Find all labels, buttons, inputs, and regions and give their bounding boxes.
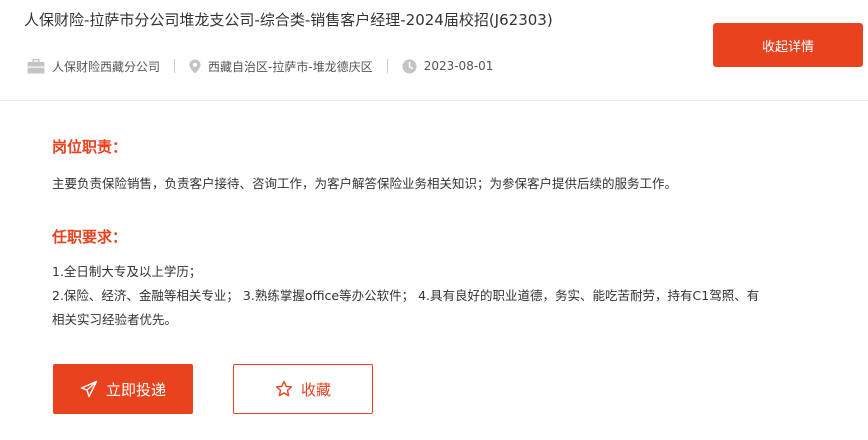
duties-text: 主要负责保险销售，负责客户接待、咨询工作，为客户解答保险业务相关知识；为参保客户…	[52, 176, 678, 191]
requirement-line: 1.全日制大专及以上学历；	[52, 264, 202, 279]
star-icon	[275, 380, 293, 398]
company-name: 人保财险西藏分公司	[52, 59, 161, 74]
requirement-line: 相关实习经验者优先。	[52, 312, 178, 327]
post-date: 2023-08-01	[423, 59, 494, 73]
collapse-details-button[interactable]: 收起详情	[713, 23, 863, 67]
requirement-line: 2.保险、经济、金融等相关专业； 3.熟练掌握office等办公软件； 4.具有…	[52, 288, 760, 303]
company-meta: 人保财险西藏分公司	[27, 58, 160, 75]
date-meta: 2023-08-01	[402, 59, 494, 74]
requirements-text: 1.全日制大专及以上学历； 2.保险、经济、金融等相关专业； 3.熟练掌握off…	[52, 260, 842, 332]
job-meta-row: 人保财险西藏分公司 西藏自治区-拉萨市-堆龙德庆区 2023-08-01	[27, 57, 493, 75]
favorite-button[interactable]: 收藏	[233, 364, 373, 414]
apply-button[interactable]: 立即投递	[53, 364, 193, 414]
send-icon	[80, 380, 98, 398]
briefcase-icon	[27, 58, 45, 74]
location-meta: 西藏自治区-拉萨市-堆龙德庆区	[189, 58, 373, 75]
location-text: 西藏自治区-拉萨市-堆龙德庆区	[208, 59, 373, 74]
meta-separator	[386, 59, 388, 73]
duties-heading: 岗位职责：	[52, 138, 128, 156]
job-title: 人保财险-拉萨市分公司堆龙支公司-综合类-销售客户经理-2024届校招(J623…	[24, 11, 553, 29]
location-pin-icon	[189, 59, 201, 74]
apply-label: 立即投递	[105, 380, 166, 399]
meta-separator	[174, 59, 176, 73]
requirements-heading: 任职要求：	[52, 228, 128, 246]
favorite-label: 收藏	[300, 380, 331, 399]
clock-icon	[402, 59, 417, 74]
header-divider	[0, 100, 868, 101]
